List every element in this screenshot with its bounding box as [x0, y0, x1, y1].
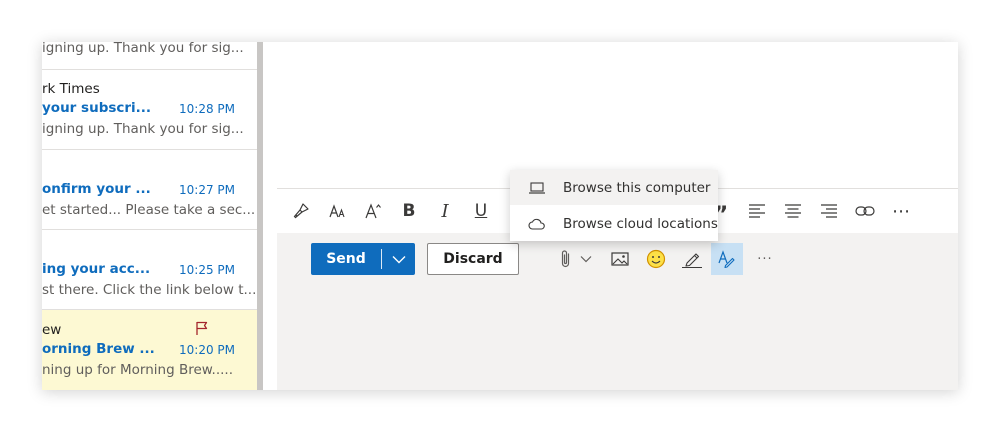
italic-button[interactable]: I	[431, 197, 459, 225]
message-time: 10:25 PM	[179, 263, 235, 277]
message-item-flagged[interactable]: ew orning Brew ... 10:20 PM ning up for …	[42, 310, 257, 390]
browse-computer-item[interactable]: Browse this computer	[510, 170, 718, 205]
chevron-down-icon	[392, 255, 405, 263]
insert-picture-icon[interactable]	[607, 243, 633, 275]
underline-button[interactable]: U	[467, 197, 495, 225]
browse-cloud-item[interactable]: Browse cloud locations	[510, 206, 718, 241]
chevron-down-icon	[580, 256, 592, 263]
message-preview: igning up. Thank you for sig...	[42, 42, 244, 56]
message-sender: ew	[42, 322, 62, 338]
signature-icon[interactable]	[679, 243, 705, 275]
send-split-button: Send	[311, 243, 415, 275]
send-divider	[381, 249, 382, 269]
message-item[interactable]: igning up. Thank you for sig...	[42, 42, 257, 70]
browse-cloud-label: Browse cloud locations	[563, 215, 718, 232]
message-time: 10:20 PM	[179, 343, 235, 357]
message-list: igning up. Thank you for sig... rk Times…	[42, 42, 257, 390]
bold-button[interactable]: B	[395, 197, 423, 225]
more-formatting-button[interactable]: ⋯	[887, 197, 915, 225]
message-item[interactable]: ing your acc... 10:25 PM st there. Click…	[42, 230, 257, 310]
message-subject: orning Brew ...	[42, 341, 155, 357]
align-center-icon[interactable]	[779, 197, 807, 225]
editor-icon[interactable]	[711, 243, 743, 275]
compose-body[interactable]	[263, 42, 958, 188]
emoji-icon[interactable]	[643, 243, 669, 275]
grow-font-icon[interactable]	[359, 197, 387, 225]
outlook-window: igning up. Thank you for sig... rk Times…	[42, 42, 958, 390]
message-sender: rk Times	[42, 81, 100, 97]
format-painter-icon[interactable]	[287, 197, 315, 225]
font-size-icon[interactable]	[324, 197, 352, 225]
align-left-icon[interactable]	[743, 197, 771, 225]
message-item[interactable]: rk Times your subscri... 10:28 PM igning…	[42, 70, 257, 150]
paperclip-icon[interactable]	[556, 243, 576, 275]
more-actions-button[interactable]: ···	[750, 243, 780, 275]
flag-icon[interactable]	[195, 321, 209, 340]
message-time: 10:28 PM	[179, 102, 235, 116]
message-preview: ning up for Morning Brew.....	[42, 362, 234, 378]
message-preview: et started... Please take a sec...	[42, 202, 256, 218]
discard-button[interactable]: Discard	[427, 243, 519, 275]
send-button[interactable]: Send	[311, 243, 381, 275]
link-icon[interactable]	[851, 197, 879, 225]
attach-dropdown-button[interactable]	[577, 243, 595, 275]
compose-actions: Send Discard ···	[277, 233, 958, 390]
message-item[interactable]: onfirm your ... 10:27 PM et started... P…	[42, 150, 257, 230]
message-subject: onfirm your ...	[42, 181, 151, 197]
attach-menu: Browse this computer Browse cloud locati…	[510, 170, 718, 241]
message-time: 10:27 PM	[179, 183, 235, 197]
align-right-icon[interactable]	[815, 197, 843, 225]
message-subject: your subscri...	[42, 100, 152, 116]
message-preview: st there. Click the link below t...	[42, 282, 257, 298]
cloud-icon	[510, 218, 563, 230]
browse-computer-label: Browse this computer	[563, 179, 711, 196]
message-subject: ing your acc...	[42, 261, 151, 277]
send-options-button[interactable]	[382, 243, 415, 275]
message-preview: igning up. Thank you for sig...	[42, 121, 244, 137]
laptop-icon	[510, 181, 563, 194]
